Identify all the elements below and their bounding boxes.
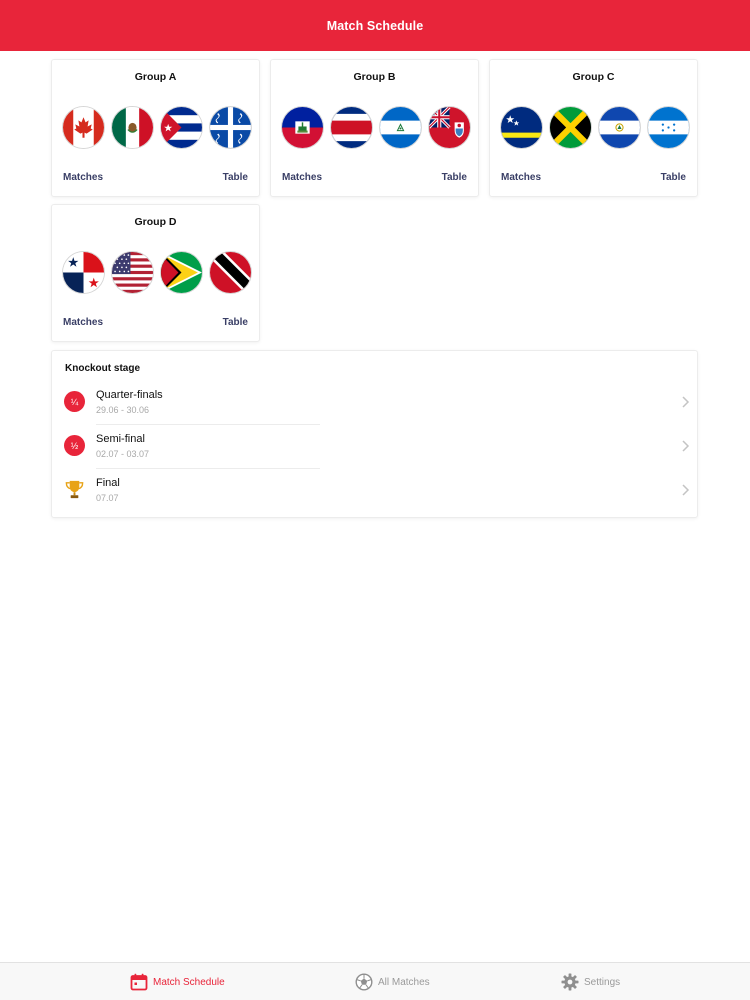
chevron-right-icon [682, 484, 690, 496]
group-card-c: Group C Matches Table [489, 59, 698, 197]
soccer-ball-icon [355, 973, 373, 991]
table-link[interactable]: Table [223, 317, 248, 328]
el-salvador-flag-icon [599, 107, 640, 148]
mexico-flag-icon [112, 107, 153, 148]
knockout-row-quarter-finals[interactable]: ¼ Quarter-finals 29.06 - 30.06 [52, 381, 699, 425]
group-title: Group C [572, 71, 615, 83]
curacao-flag-icon [501, 107, 542, 148]
stage-name: Quarter-finals [96, 389, 163, 401]
knockout-title: Knockout stage [65, 363, 141, 374]
martinique-flag-icon [210, 107, 251, 148]
matches-link[interactable]: Matches [501, 172, 541, 183]
matches-link[interactable]: Matches [63, 317, 103, 328]
chevron-right-icon [682, 440, 690, 452]
gear-icon [561, 973, 579, 991]
nicaragua-flag-icon [380, 107, 421, 148]
group-title: Group D [134, 216, 177, 228]
chevron-right-icon [682, 396, 690, 408]
page-title: Match Schedule [326, 18, 424, 33]
group-flags [63, 252, 251, 293]
quarter-badge: ¼ [64, 391, 85, 412]
group-card-b: Group B Matches Table [270, 59, 479, 197]
guyana-flag-icon [161, 252, 202, 293]
tab-label: All Matches [378, 976, 430, 988]
group-flags [63, 107, 251, 148]
knockout-row-final[interactable]: Final 07.07 [52, 469, 699, 513]
stage-name: Semi-final [96, 433, 145, 445]
tab-all-matches[interactable]: All Matches [355, 963, 430, 1000]
matches-link[interactable]: Matches [63, 172, 103, 183]
stage-dates: 02.07 - 03.07 [96, 449, 150, 459]
tab-label: Match Schedule [153, 976, 225, 988]
tab-match-schedule[interactable]: Match Schedule [130, 963, 225, 1000]
cuba-flag-icon [161, 107, 202, 148]
table-link[interactable]: Table [661, 172, 686, 183]
table-link[interactable]: Table [223, 172, 248, 183]
semi-badge: ½ [64, 435, 85, 456]
group-card-d: Group D Matches Table [51, 204, 260, 342]
trinidad-and-tobago-flag-icon [210, 252, 251, 293]
bermuda-flag-icon [429, 107, 470, 148]
knockout-stage-card: Knockout stage ¼ Quarter-finals 29.06 - … [51, 350, 698, 518]
matches-link[interactable]: Matches [282, 172, 322, 183]
group-flags [282, 107, 470, 148]
table-link[interactable]: Table [442, 172, 467, 183]
top-bar: Match Schedule [0, 0, 750, 51]
group-card-a: Group A Matches Table [51, 59, 260, 197]
tab-settings[interactable]: Settings [561, 963, 620, 1000]
jamaica-flag-icon [550, 107, 591, 148]
tab-bar: Match Schedule All Matches Settings [0, 962, 750, 1000]
group-flags [501, 107, 689, 148]
knockout-row-semi-final[interactable]: ½ Semi-final 02.07 - 03.07 [52, 425, 699, 469]
panama-flag-icon [63, 252, 104, 293]
haiti-flag-icon [282, 107, 323, 148]
canada-flag-icon [63, 107, 104, 148]
group-title: Group B [353, 71, 396, 83]
stage-name: Final [96, 477, 120, 489]
group-title: Group A [134, 71, 177, 83]
trophy-icon [65, 480, 84, 499]
tab-label: Settings [584, 976, 621, 988]
united-states-flag-icon [112, 252, 153, 293]
stage-dates: 07.07 [96, 493, 119, 503]
honduras-flag-icon [648, 107, 689, 148]
calendar-icon [130, 973, 148, 991]
costa-rica-flag-icon [331, 107, 372, 148]
stage-dates: 29.06 - 30.06 [96, 405, 150, 415]
